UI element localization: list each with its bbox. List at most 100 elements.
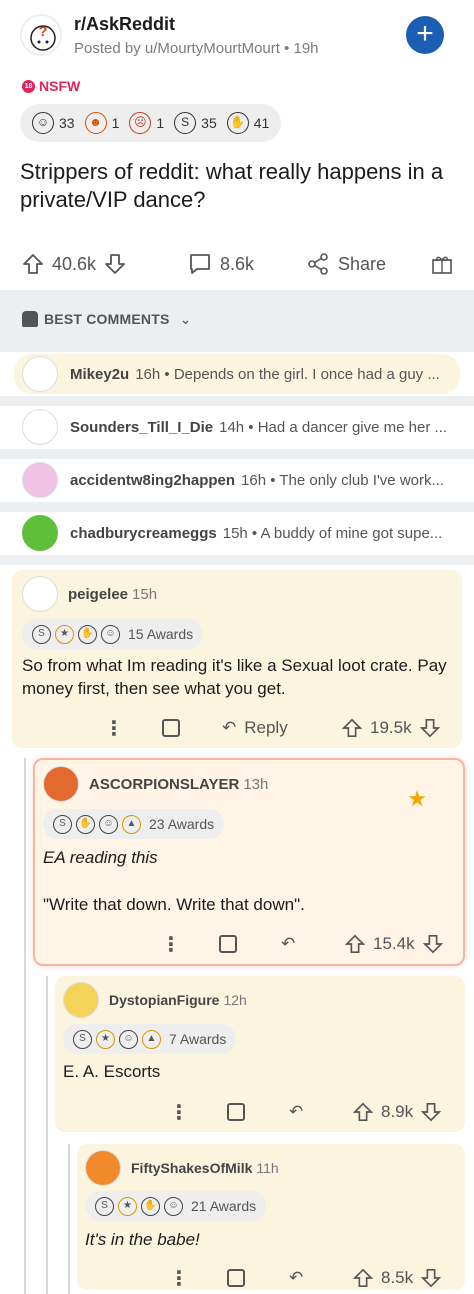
reply-icon[interactable]: ↶ bbox=[281, 934, 295, 954]
helpful-icon: ▲ bbox=[122, 814, 141, 834]
upvote-icon[interactable] bbox=[342, 718, 362, 738]
more-icon[interactable]: ⋮ bbox=[104, 716, 124, 741]
reply-label: Reply bbox=[244, 718, 288, 737]
comment-preview[interactable]: chadburycreameggs 15h • A buddy of mine … bbox=[14, 513, 460, 553]
more-icon[interactable]: ⋮ bbox=[161, 932, 181, 957]
comment-body: So from what Im reading it's like a Sexu… bbox=[22, 656, 447, 698]
username: DystopianFigure bbox=[109, 992, 220, 1008]
comment-awards[interactable]: S ★ ☺ ▲ 7 Awards bbox=[63, 1024, 237, 1054]
downvote-icon[interactable] bbox=[422, 934, 443, 954]
sort-text: BEST COMMENTS bbox=[44, 311, 170, 327]
comments-button[interactable]: 8.6k bbox=[188, 252, 254, 276]
comment-author[interactable]: FiftyShakesOfMilk 11h bbox=[131, 1160, 279, 1176]
comment-preview[interactable]: Sounders_Till_I_Die 14h • Had a dancer g… bbox=[14, 407, 460, 447]
upvote-icon[interactable] bbox=[353, 1268, 373, 1288]
gift-icon[interactable] bbox=[227, 1269, 245, 1287]
comment-score: 15.4k bbox=[373, 934, 415, 953]
award-face: ☻ 1 bbox=[84, 112, 120, 134]
comment-body-line: EA reading this bbox=[43, 848, 158, 867]
more-icon[interactable]: ⋮ bbox=[169, 1266, 189, 1291]
preview-text: 14h • Had a dancer give me her ... bbox=[219, 418, 447, 436]
subreddit-avatar[interactable]: ? bbox=[20, 14, 62, 56]
award-face: ☹ 1 bbox=[129, 112, 164, 134]
upvote-icon[interactable] bbox=[353, 1102, 373, 1122]
award-count: 1 bbox=[111, 115, 120, 131]
avatar bbox=[22, 515, 58, 551]
sort-bar[interactable]: BEST COMMENTS ⌄ bbox=[0, 290, 474, 352]
timestamp: 12h bbox=[223, 992, 247, 1008]
award-button[interactable] bbox=[430, 252, 454, 276]
comment: DystopianFigure 12h S ★ ☺ ▲ 7 Awards E. A. E… bbox=[55, 976, 465, 1132]
avatar bbox=[22, 462, 58, 498]
comment-awards[interactable]: S ★ ✋ ☺ 15 Awards bbox=[22, 619, 204, 649]
grin-icon: ☺ bbox=[119, 1029, 138, 1049]
preview-user: Mikey2u bbox=[70, 365, 130, 383]
comment-actions: ⋮ ↶ 8.9k bbox=[55, 1092, 465, 1132]
comment-body: E. A. Escorts bbox=[63, 1062, 161, 1081]
posted-by[interactable]: Posted by u/MourtyMourtMourt • 19h bbox=[74, 40, 319, 57]
comment-count: 8.6k bbox=[220, 253, 255, 274]
downvote-icon[interactable] bbox=[419, 718, 440, 738]
preview-text: 16h • The only club I've work... bbox=[241, 471, 444, 489]
post-awards[interactable]: ☺ 33 ☻ 1 ☹ 1 S 35 ✋ 41 bbox=[20, 104, 282, 142]
comment-highlighted: ASCORPIONSLAYER 13h ★ S ✋ ☺ ▲ 23 Awards EA r… bbox=[33, 758, 465, 966]
avatar bbox=[22, 409, 58, 445]
comment-author[interactable]: DystopianFigure 12h bbox=[109, 992, 247, 1008]
grin-icon: ☺ bbox=[32, 112, 54, 134]
silver-icon: S bbox=[73, 1029, 92, 1049]
upvote-icon[interactable] bbox=[345, 934, 365, 954]
plus-icon[interactable]: + bbox=[406, 16, 444, 54]
gold-icon: ★ bbox=[55, 624, 74, 644]
more-icon[interactable]: ⋮ bbox=[169, 1100, 189, 1125]
nsfw-label: NSFW bbox=[39, 78, 81, 94]
timestamp: 13h bbox=[243, 776, 269, 793]
post-header: ? r/AskReddit Posted by u/MourtyMourtMou… bbox=[0, 0, 474, 240]
svg-text:?: ? bbox=[39, 23, 48, 39]
downvote-icon[interactable] bbox=[421, 1268, 442, 1288]
vote-group: 19.5k bbox=[342, 718, 440, 738]
gift-icon[interactable] bbox=[219, 935, 237, 953]
username: peigelee bbox=[68, 586, 129, 603]
avatar[interactable] bbox=[22, 576, 58, 612]
award-count: 41 bbox=[253, 115, 270, 131]
silver-icon: S bbox=[32, 624, 51, 644]
downvote-icon[interactable] bbox=[421, 1102, 442, 1122]
preview-text: 16h • Depends on the girl. I once had a … bbox=[135, 365, 440, 383]
gift-icon[interactable] bbox=[162, 719, 180, 737]
comment-awards[interactable]: S ✋ ☺ ▲ 23 Awards bbox=[43, 809, 225, 839]
gift-icon[interactable] bbox=[227, 1103, 245, 1121]
comment-awards[interactable]: S ★ ✋ ☺ 21 Awards bbox=[85, 1191, 267, 1221]
nsfw-badge: 18 NSFW bbox=[22, 78, 80, 94]
subreddit-name[interactable]: r/AskReddit bbox=[74, 14, 175, 35]
comment-preview[interactable]: Mikey2u 16h • Depends on the girl. I onc… bbox=[14, 354, 460, 394]
comment-score: 19.5k bbox=[370, 718, 412, 737]
reply-button[interactable]: ↶ Reply bbox=[222, 718, 288, 738]
share-label: Share bbox=[338, 253, 387, 274]
hands-icon: ✋ bbox=[78, 624, 97, 644]
username: ASCORPIONSLAYER bbox=[89, 776, 240, 793]
share-button[interactable]: Share bbox=[306, 252, 386, 276]
comment-body: It's in the babe! bbox=[85, 1230, 200, 1249]
upvote-icon[interactable] bbox=[22, 253, 44, 275]
comment-author[interactable]: peigelee 15h bbox=[68, 586, 157, 603]
comment-preview[interactable]: accidentw8ing2happen 16h • The only club… bbox=[14, 460, 460, 500]
nsfw-18-icon: 18 bbox=[22, 79, 35, 93]
comment-author[interactable]: ASCORPIONSLAYER 13h bbox=[89, 776, 268, 793]
reply-icon[interactable]: ↶ bbox=[289, 1268, 303, 1288]
grin-icon: ☺ bbox=[101, 624, 120, 644]
vote-group: 40.6k bbox=[22, 253, 126, 275]
avatar[interactable] bbox=[63, 982, 99, 1018]
sort-label[interactable]: BEST COMMENTS ⌄ bbox=[22, 311, 192, 328]
avatar[interactable] bbox=[43, 766, 79, 802]
downvote-icon[interactable] bbox=[104, 253, 126, 275]
post-title[interactable]: Strippers of reddit: what really happens… bbox=[20, 158, 460, 214]
divider bbox=[0, 502, 474, 512]
divider bbox=[0, 396, 474, 406]
avatar[interactable] bbox=[85, 1150, 121, 1186]
thread-line bbox=[46, 976, 48, 1294]
comment-score: 8.9k bbox=[381, 1102, 414, 1121]
hands-icon: ✋ bbox=[76, 814, 95, 834]
preview-text: 15h • A buddy of mine got supe... bbox=[222, 524, 443, 542]
silver-icon: S bbox=[174, 112, 197, 134]
reply-icon[interactable]: ↶ bbox=[289, 1102, 303, 1122]
